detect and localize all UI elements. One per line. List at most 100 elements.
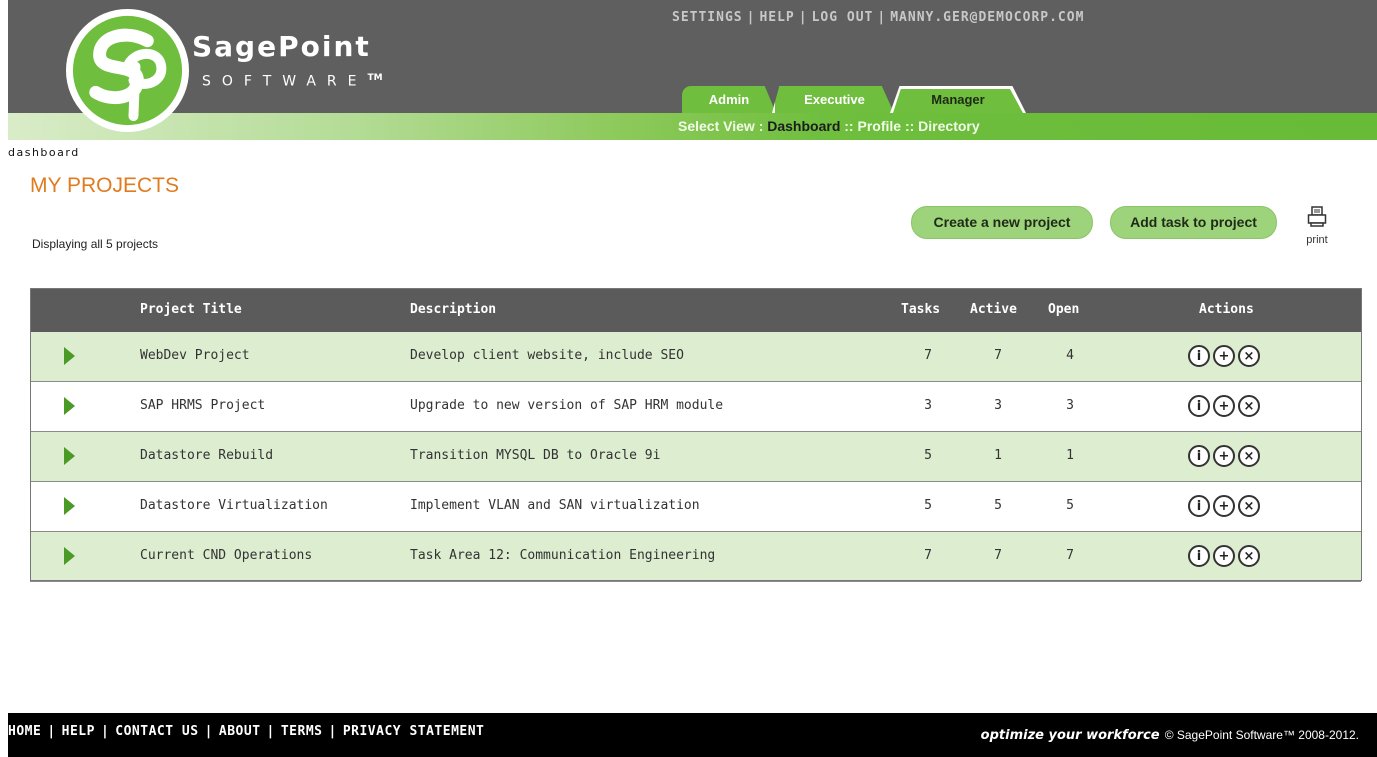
subnav-profile-link[interactable]: Profile bbox=[857, 118, 901, 134]
sagepoint-logo-icon[interactable] bbox=[64, 7, 191, 134]
table-row[interactable]: Current CND Operations Task Area 12: Com… bbox=[30, 532, 1361, 582]
task-count: 3 bbox=[924, 398, 932, 413]
active-count: 7 bbox=[994, 548, 1002, 563]
project-title[interactable]: Datastore Virtualization bbox=[140, 498, 328, 513]
brand-subtitle: SOFTWARETM bbox=[202, 73, 383, 90]
link-separator: | bbox=[266, 724, 275, 739]
col-open[interactable]: Open bbox=[1048, 302, 1079, 317]
add-icon[interactable]: + bbox=[1213, 345, 1235, 367]
brand-sub-text: SOFTWARE bbox=[202, 73, 368, 90]
subnav-separator: :: bbox=[844, 118, 854, 134]
printer-icon bbox=[1307, 206, 1327, 227]
link-separator: | bbox=[47, 724, 56, 739]
col-project-title[interactable]: Project Title bbox=[140, 302, 242, 317]
table-row[interactable]: WebDev Project Develop client website, i… bbox=[30, 332, 1361, 382]
active-count: 5 bbox=[994, 498, 1002, 513]
account-links: SETTINGS | HELP | LOG OUT | MANNY.GER@DEMOCORP… bbox=[672, 10, 1084, 25]
col-active[interactable]: Active bbox=[970, 302, 1017, 317]
print-button[interactable]: print bbox=[1300, 206, 1334, 246]
remove-icon[interactable]: × bbox=[1238, 445, 1260, 467]
add-icon[interactable]: + bbox=[1213, 395, 1235, 417]
col-tasks[interactable]: Tasks bbox=[901, 302, 940, 317]
remove-icon[interactable]: × bbox=[1238, 345, 1260, 367]
task-count: 5 bbox=[924, 498, 932, 513]
remove-icon[interactable]: × bbox=[1238, 495, 1260, 517]
footer-contact-link[interactable]: CONTACT US bbox=[115, 724, 198, 739]
print-label: print bbox=[1306, 234, 1328, 246]
remove-icon[interactable]: × bbox=[1238, 395, 1260, 417]
user-email-link[interactable]: MANNY.GER@DEMOCORP.COM bbox=[890, 10, 1084, 25]
active-count: 7 bbox=[994, 348, 1002, 363]
open-count: 7 bbox=[1066, 548, 1074, 563]
footer-links: HOME | HELP | CONTACT US | ABOUT | TERMS | PRIVACY… bbox=[8, 724, 484, 739]
footer-tagline: optimize your workforce bbox=[980, 728, 1160, 743]
expand-arrow-icon[interactable] bbox=[64, 347, 75, 365]
app-footer: HOME | HELP | CONTACT US | ABOUT | TERMS | PRIVACY… bbox=[8, 713, 1377, 757]
col-description[interactable]: Description bbox=[410, 302, 496, 317]
add-icon[interactable]: + bbox=[1213, 495, 1235, 517]
tab-executive[interactable]: Executive bbox=[772, 86, 894, 113]
active-count: 1 bbox=[994, 448, 1002, 463]
info-icon[interactable]: i bbox=[1188, 545, 1210, 567]
link-separator: | bbox=[100, 724, 110, 739]
tab-admin[interactable]: Admin bbox=[682, 86, 776, 113]
info-icon[interactable]: i bbox=[1188, 445, 1210, 467]
row-actions: i + × bbox=[1188, 395, 1260, 417]
task-count: 7 bbox=[924, 348, 932, 363]
table-row[interactable]: Datastore Virtualization Implement VLAN … bbox=[30, 482, 1361, 532]
project-description: Transition MYSQL DB to Oracle 9i bbox=[410, 448, 661, 463]
footer-terms-link[interactable]: TERMS bbox=[281, 724, 323, 739]
app-header: SagePoint SOFTWARETM SETTINGS | HELP | LOG O… bbox=[8, 0, 1377, 140]
col-actions: Actions bbox=[1199, 302, 1254, 317]
project-description: Upgrade to new version of SAP HRM module bbox=[410, 398, 724, 413]
brand-trademark: TM bbox=[367, 73, 383, 83]
info-icon[interactable]: i bbox=[1188, 395, 1210, 417]
link-separator: | bbox=[328, 724, 337, 739]
expand-arrow-icon[interactable] bbox=[64, 497, 75, 515]
table-header: Project Title Description Tasks Active O… bbox=[30, 288, 1361, 332]
subnav-dashboard-link[interactable]: Dashboard bbox=[767, 118, 840, 134]
project-description: Implement VLAN and SAN virtualization bbox=[410, 498, 700, 513]
help-link[interactable]: HELP bbox=[759, 10, 794, 25]
link-separator: | bbox=[204, 724, 213, 739]
open-count: 4 bbox=[1066, 348, 1074, 363]
row-actions: i + × bbox=[1188, 445, 1260, 467]
table-row[interactable]: Datastore Rebuild Transition MYSQL DB to… bbox=[30, 432, 1361, 482]
add-icon[interactable]: + bbox=[1213, 445, 1235, 467]
info-icon[interactable]: i bbox=[1188, 495, 1210, 517]
project-description: Task Area 12: Communication Engineering bbox=[410, 548, 716, 563]
remove-icon[interactable]: × bbox=[1238, 545, 1260, 567]
active-count: 3 bbox=[994, 398, 1002, 413]
settings-link[interactable]: SETTINGS bbox=[672, 10, 743, 25]
open-count: 3 bbox=[1066, 398, 1074, 413]
link-separator: | bbox=[877, 10, 887, 25]
brand-name: SagePoint bbox=[192, 30, 371, 63]
tab-manager-label: Manager bbox=[931, 92, 985, 107]
footer-home-link[interactable]: HOME bbox=[8, 724, 41, 739]
subnav-separator: :: bbox=[904, 118, 915, 134]
expand-arrow-icon[interactable] bbox=[64, 447, 75, 465]
footer-help-link[interactable]: HELP bbox=[62, 724, 95, 739]
project-title[interactable]: SAP HRMS Project bbox=[140, 398, 265, 413]
project-title[interactable]: Current CND Operations bbox=[140, 548, 312, 563]
open-count: 1 bbox=[1066, 448, 1074, 463]
footer-privacy-link[interactable]: PRIVACY STATEMENT bbox=[343, 724, 485, 739]
subnav-separator: : bbox=[758, 118, 764, 134]
subnav-directory-link[interactable]: Directory bbox=[918, 118, 979, 134]
task-count: 5 bbox=[924, 448, 932, 463]
table-row[interactable]: SAP HRMS Project Upgrade to new version … bbox=[30, 382, 1361, 432]
footer-about-link[interactable]: ABOUT bbox=[219, 724, 261, 739]
project-title[interactable]: WebDev Project bbox=[140, 348, 250, 363]
logout-link[interactable]: LOG OUT bbox=[812, 10, 874, 25]
add-task-button[interactable]: Add task to project bbox=[1110, 206, 1277, 239]
expand-arrow-icon[interactable] bbox=[64, 397, 75, 415]
expand-arrow-icon[interactable] bbox=[64, 547, 75, 565]
project-title[interactable]: Datastore Rebuild bbox=[140, 448, 273, 463]
row-actions: i + × bbox=[1188, 545, 1260, 567]
info-icon[interactable]: i bbox=[1188, 345, 1210, 367]
tab-manager[interactable]: Manager bbox=[890, 86, 1026, 113]
create-project-button[interactable]: Create a new project bbox=[911, 206, 1093, 239]
link-separator: | bbox=[798, 10, 808, 25]
add-icon[interactable]: + bbox=[1213, 545, 1235, 567]
row-actions: i + × bbox=[1188, 495, 1260, 517]
